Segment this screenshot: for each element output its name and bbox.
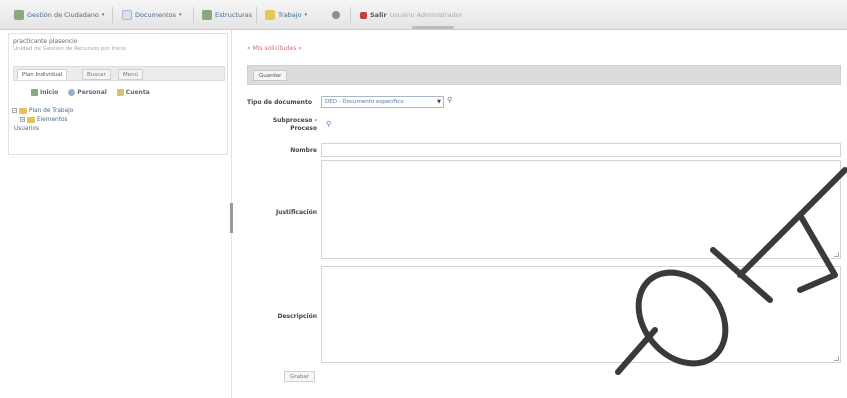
user-icon [68, 89, 76, 96]
toolbar-documentos-menu[interactable]: Documentos ▾ [122, 9, 182, 21]
toolbar-separator [193, 7, 194, 23]
exit-icon [360, 11, 367, 19]
justification-textarea[interactable] [321, 160, 841, 259]
expand-icon[interactable]: + [20, 117, 25, 122]
save-button[interactable]: Guardar [253, 70, 288, 81]
breadcrumb[interactable]: « Mis solicitudes » [247, 45, 302, 52]
folder-icon [19, 107, 27, 114]
user-info-box: practicante plasencio Unidad de Gestión … [13, 38, 223, 52]
tree-item[interactable]: − Plan de Trabajo [12, 106, 73, 115]
subprocess-label: Subproceso - Proceso [272, 117, 317, 132]
toolbar-settings-button[interactable] [332, 9, 340, 21]
left-action-buttons: Inicio Personal Cuenta [31, 89, 150, 96]
cuenta-label: Cuenta [125, 89, 150, 96]
description-textarea[interactable] [321, 266, 841, 363]
tree-item-label: Usuarios [14, 125, 40, 132]
doc-type-label: Tipo de documento [247, 99, 312, 106]
gear-icon [332, 11, 340, 19]
tree-item[interactable]: Usuarios [12, 124, 73, 133]
user-name: practicante plasencio [13, 38, 78, 45]
toolbar-trabajo-menu[interactable]: Trabajo ▾ [265, 9, 307, 21]
top-toolbar: Gestión de Ciudadano ▾ Documentos ▾ Estr… [0, 0, 847, 30]
toolbar-salir-button[interactable]: Salir Usuario Administrador [360, 9, 462, 21]
name-label: Nombre [290, 147, 317, 154]
resize-handle[interactable] [834, 252, 839, 257]
form-section-bar: Guardar [247, 65, 841, 85]
submit-button[interactable]: Grabar [284, 371, 316, 382]
doc-type-value: DED - Documento específico [325, 99, 404, 105]
structure-icon [202, 10, 212, 20]
tree-item[interactable]: + Elementos [12, 115, 73, 124]
justification-label: Justificación [275, 209, 317, 216]
cuenta-button[interactable]: Cuenta [116, 89, 150, 96]
tab-buscar[interactable]: Buscar [82, 69, 111, 80]
tree-item-label: Elementos [37, 116, 68, 123]
inicio-label: Inicio [40, 89, 59, 96]
personal-label: Personal [77, 89, 107, 96]
chevron-down-icon: ▾ [179, 12, 182, 18]
tab-plan-individual[interactable]: Plan Individual [17, 69, 68, 80]
search-icon[interactable]: ⚲ [326, 120, 331, 128]
doc-type-select[interactable]: DED - Documento específico ▼ [321, 96, 444, 108]
toolbar-estructuras-menu[interactable]: Estructuras [202, 9, 252, 21]
briefcase-icon [265, 10, 275, 20]
toolbar-documentos-label: Documentos [135, 11, 177, 19]
toolbar-salir-label: Salir [370, 11, 387, 19]
toolbar-separator [112, 7, 113, 23]
toolbar-estructuras-label: Estructuras [215, 11, 253, 19]
tree-item-label: Plan de Trabajo [29, 107, 74, 114]
toolbar-trabajo-label: Trabajo [278, 11, 302, 19]
name-field[interactable] [321, 143, 841, 157]
toolbar-separator [350, 7, 351, 23]
people-icon [14, 10, 24, 20]
plan-tree: − Plan de Trabajo + Elementos Usuarios [12, 106, 73, 133]
chevron-down-icon: ▾ [304, 12, 308, 18]
left-tabs: Plan Individual Buscar Menú [13, 66, 225, 81]
toolbar-ciudadano-label: Gestión de Ciudadano [27, 11, 99, 19]
home-icon [31, 89, 38, 96]
left-panel: practicante plasencio Unidad de Gestión … [8, 33, 228, 155]
collapse-icon[interactable]: − [12, 108, 17, 113]
user-unit: Unidad de Gestión de Recursos por Inicio [13, 46, 127, 52]
description-label: Descripción [277, 313, 318, 320]
document-icon [122, 10, 132, 20]
key-icon [116, 89, 124, 96]
toolbar-collapse-handle[interactable] [412, 26, 454, 29]
personal-button[interactable]: Personal [68, 89, 107, 96]
folder-icon [27, 116, 35, 123]
toolbar-separator [256, 7, 257, 23]
tab-menu[interactable]: Menú [118, 69, 144, 80]
toolbar-user-info: Usuario Administrador [389, 11, 463, 19]
chevron-down-icon: ▾ [101, 12, 105, 18]
inicio-button[interactable]: Inicio [31, 89, 58, 96]
chevron-down-icon: ▼ [437, 99, 441, 105]
panel-resize-handle[interactable] [230, 203, 233, 233]
search-icon[interactable]: ⚲ [447, 96, 452, 104]
resize-handle[interactable] [834, 356, 839, 361]
toolbar-ciudadano-menu[interactable]: Gestión de Ciudadano ▾ [14, 9, 104, 21]
